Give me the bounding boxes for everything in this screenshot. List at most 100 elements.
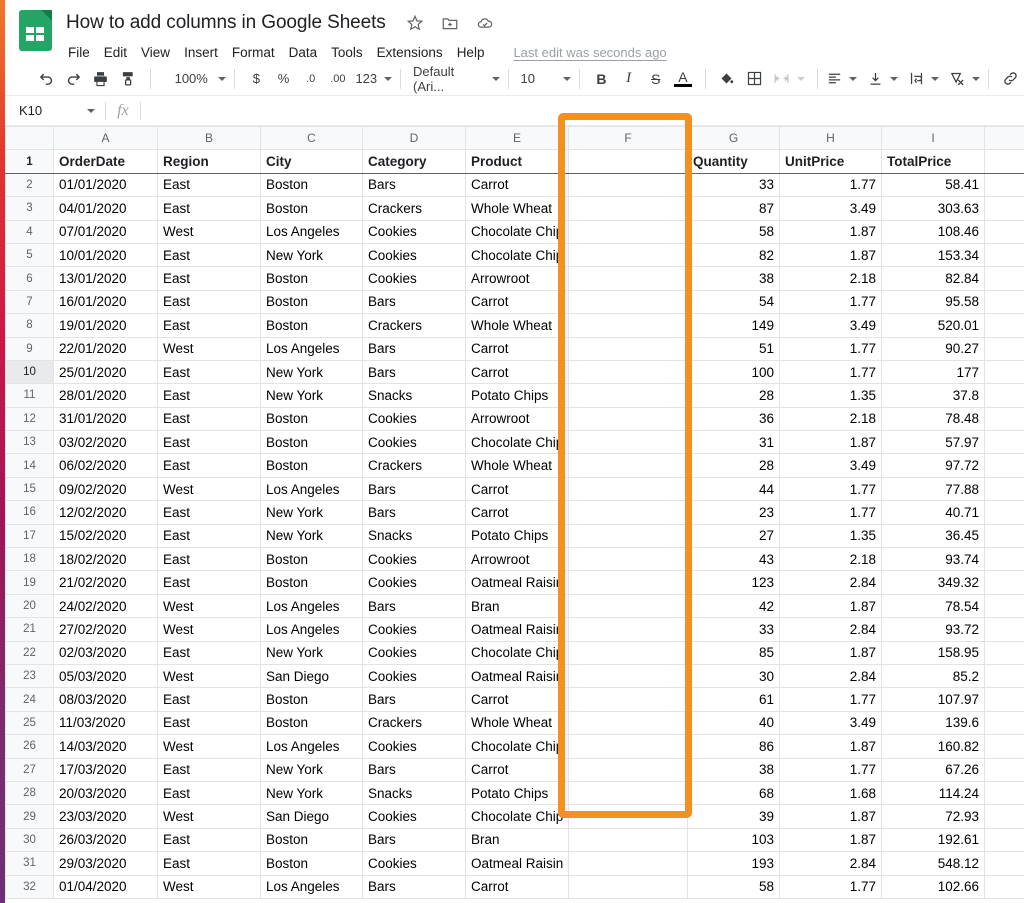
data-cell[interactable]: 31 [687, 430, 780, 455]
row-header[interactable]: 4 [5, 219, 54, 244]
data-cell[interactable]: Los Angeles [260, 734, 363, 759]
font-size-selector[interactable]: 10 [517, 66, 571, 92]
data-cell[interactable]: 02/03/2020 [53, 640, 158, 665]
menu-item-help[interactable]: Help [450, 43, 492, 62]
row-header[interactable]: 28 [5, 780, 54, 806]
data-cell[interactable]: 68 [687, 780, 780, 806]
data-cell[interactable]: 29/03/2020 [53, 851, 158, 876]
print-button[interactable] [87, 66, 114, 92]
data-cell[interactable]: Boston [260, 406, 363, 432]
data-cell[interactable]: Bars [362, 874, 466, 899]
data-cell[interactable]: 349.32 [881, 570, 985, 595]
data-cell[interactable]: 16/01/2020 [53, 289, 158, 315]
data-cell[interactable]: 82.84 [881, 266, 985, 291]
data-cell[interactable]: 102.66 [881, 874, 985, 899]
column-title-cell[interactable]: Region [157, 149, 261, 174]
row-header[interactable]: 31 [5, 851, 54, 876]
data-cell[interactable]: 58 [687, 874, 780, 899]
data-cell[interactable]: Boston [260, 430, 363, 455]
empty-cell[interactable] [984, 196, 1024, 221]
data-cell[interactable]: 95.58 [881, 289, 985, 315]
row-header[interactable]: 20 [5, 593, 54, 619]
data-cell[interactable]: 2.84 [779, 617, 882, 642]
data-cell[interactable]: Cookies [362, 734, 466, 759]
data-cell[interactable]: 36 [687, 406, 780, 432]
data-cell[interactable]: 01/01/2020 [53, 172, 158, 198]
data-cell[interactable]: East [157, 827, 261, 853]
data-cell[interactable]: 36.45 [881, 523, 985, 549]
data-cell[interactable]: Cookies [362, 406, 466, 432]
data-cell[interactable]: Bars [362, 500, 466, 525]
data-cell[interactable]: 10/01/2020 [53, 242, 158, 268]
data-cell[interactable]: 1.87 [779, 430, 882, 455]
data-cell[interactable]: 17/03/2020 [53, 757, 158, 782]
data-cell[interactable]: Snacks [362, 780, 466, 806]
data-cell[interactable]: Boston [260, 547, 363, 572]
data-cell[interactable]: 28 [687, 383, 780, 408]
data-cell[interactable]: Carrot [465, 874, 569, 899]
data-cell[interactable]: 05/03/2020 [53, 663, 158, 689]
data-cell[interactable]: New York [260, 757, 363, 782]
data-cell[interactable]: 153.34 [881, 242, 985, 268]
row-header[interactable]: 30 [5, 827, 54, 853]
data-cell[interactable]: 1.77 [779, 359, 882, 385]
data-cell[interactable]: Cookies [362, 640, 466, 665]
data-cell[interactable]: 1.77 [779, 289, 882, 315]
column-header-e[interactable]: E [465, 125, 569, 151]
data-cell[interactable]: 85.2 [881, 663, 985, 689]
data-cell[interactable]: East [157, 430, 261, 455]
data-cell[interactable]: 139.6 [881, 710, 985, 736]
data-cell[interactable]: 38 [687, 757, 780, 782]
data-cell[interactable]: East [157, 313, 261, 338]
data-cell[interactable]: East [157, 172, 261, 198]
data-cell[interactable]: Bars [362, 593, 466, 619]
data-cell[interactable]: 3.49 [779, 196, 882, 221]
undo-button[interactable] [33, 66, 60, 92]
empty-cell[interactable] [568, 640, 688, 665]
data-cell[interactable]: Bars [362, 359, 466, 385]
row-header[interactable]: 13 [5, 430, 54, 455]
data-cell[interactable]: Cookies [362, 570, 466, 595]
empty-cell[interactable] [568, 827, 688, 853]
data-cell[interactable]: East [157, 640, 261, 665]
data-cell[interactable]: 85 [687, 640, 780, 665]
empty-cell[interactable] [568, 780, 688, 806]
data-cell[interactable]: 1.77 [779, 336, 882, 361]
data-cell[interactable]: 12/02/2020 [53, 500, 158, 525]
data-cell[interactable]: Boston [260, 196, 363, 221]
data-cell[interactable]: 51 [687, 336, 780, 361]
data-cell[interactable]: Crackers [362, 196, 466, 221]
row-header[interactable]: 1 [5, 149, 54, 174]
data-cell[interactable]: Los Angeles [260, 219, 363, 244]
column-header-c[interactable]: C [260, 125, 363, 151]
empty-cell[interactable] [984, 149, 1024, 174]
column-header-i[interactable]: I [881, 125, 985, 151]
data-cell[interactable]: 67.26 [881, 757, 985, 782]
empty-cell[interactable] [984, 289, 1024, 315]
data-cell[interactable]: Carrot [465, 359, 569, 385]
data-cell[interactable]: Cookies [362, 430, 466, 455]
empty-cell[interactable] [568, 617, 688, 642]
data-cell[interactable]: 192.61 [881, 827, 985, 853]
data-cell[interactable]: Cookies [362, 851, 466, 876]
data-cell[interactable]: East [157, 757, 261, 782]
row-header[interactable]: 8 [5, 313, 54, 338]
data-cell[interactable]: 08/03/2020 [53, 687, 158, 712]
data-cell[interactable]: Oatmeal Raisin [465, 617, 569, 642]
empty-cell[interactable] [984, 570, 1024, 595]
data-cell[interactable]: Carrot [465, 289, 569, 315]
data-cell[interactable]: 78.54 [881, 593, 985, 619]
data-cell[interactable]: 82 [687, 242, 780, 268]
menu-item-view[interactable]: View [134, 43, 177, 62]
empty-cell[interactable] [568, 874, 688, 899]
data-cell[interactable]: Boston [260, 687, 363, 712]
strikethrough-button[interactable]: S [642, 66, 669, 92]
menu-item-insert[interactable]: Insert [177, 43, 225, 62]
bold-button[interactable]: B [588, 66, 615, 92]
font-family-selector[interactable]: Default (Ari... [409, 64, 500, 94]
data-cell[interactable]: Potato Chips [465, 383, 569, 408]
data-cell[interactable]: 42 [687, 593, 780, 619]
italic-button[interactable]: I [615, 66, 642, 92]
data-cell[interactable]: Boston [260, 570, 363, 595]
data-cell[interactable]: East [157, 500, 261, 525]
